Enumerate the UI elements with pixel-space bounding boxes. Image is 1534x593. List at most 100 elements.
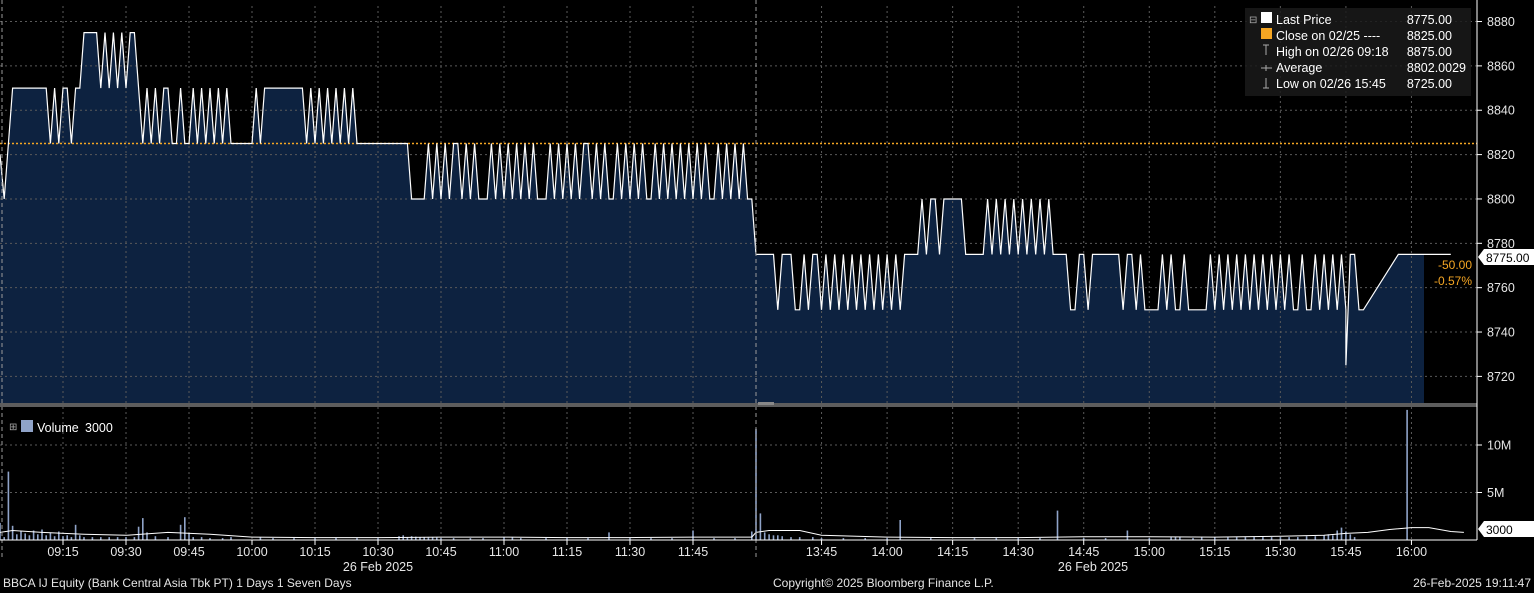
price-tick-label: 8740 (1487, 326, 1515, 340)
x-tick-label: 14:00 (871, 545, 902, 559)
volume-legend-label: Volume (37, 421, 79, 435)
volume-bar (7, 471, 10, 540)
x-tick-label: 14:45 (1068, 545, 1099, 559)
change-absolute: -50.00 (1438, 258, 1472, 272)
x-tick-label: 14:30 (1003, 545, 1034, 559)
volume-legend-value: 3000 (85, 421, 113, 435)
legend-high-value: 8875.00 (1407, 45, 1452, 59)
x-tick-label: 09:30 (110, 545, 141, 559)
volume-bar (1345, 531, 1347, 540)
volume-bar (11, 525, 14, 541)
volume-bar (24, 533, 26, 540)
volume-bar (1332, 535, 1334, 541)
volume-bar (74, 524, 77, 540)
x-tick-label: 09:45 (173, 545, 204, 559)
price-area (0, 32, 1451, 403)
volume-average-line (0, 527, 1464, 539)
volume-bar (41, 529, 43, 540)
volume-bar (45, 535, 47, 541)
price-legend: ⊟ Last Price 8775.00 Close on 02/25 ----… (1245, 8, 1471, 96)
x-tick-label: 10:45 (425, 545, 456, 559)
footer-security-description: BBCA IJ Equity (Bank Central Asia Tbk PT… (3, 576, 352, 590)
x-tick-label: 16:00 (1396, 545, 1427, 559)
volume-legend-expand-icon[interactable]: ⊞ (9, 422, 17, 433)
volume-bar (608, 532, 610, 540)
volume-bar (692, 530, 694, 540)
last-price-tag-value: 8775.00 (1486, 251, 1530, 265)
price-volume-chart: 8720 8740 8760 8780 8800 8820 8840 8860 8880 5M 10… (0, 0, 1534, 574)
volume-bar (66, 535, 68, 541)
x-tick-label: 15:30 (1265, 545, 1296, 559)
volume-bar (16, 534, 18, 540)
volume-last-tag-value: 3000 (1486, 523, 1513, 537)
volume-tick-label: 5M (1487, 486, 1504, 500)
volume-bar (137, 526, 140, 540)
volume-bar (188, 533, 190, 540)
volume-bar (1323, 535, 1325, 541)
volume-bar (1126, 530, 1129, 540)
price-tick-label: 8760 (1487, 281, 1515, 295)
volume-legend: ⊞ Volume 3000 (9, 420, 113, 435)
volume-bar (1314, 536, 1317, 540)
volume-bar (79, 535, 81, 541)
x-tick-label: 10:00 (236, 545, 267, 559)
volume-bar (154, 536, 157, 540)
volume-bar (772, 535, 775, 541)
volume-bar (28, 535, 31, 541)
volume-bar (37, 534, 39, 540)
price-tick-label: 8860 (1487, 59, 1515, 73)
x-tick-label: 11:30 (615, 545, 645, 559)
volume-panel (0, 407, 1477, 541)
x-tick-label: 10:30 (362, 545, 393, 559)
x-tick-label: 15:45 (1330, 545, 1361, 559)
volume-bar (763, 532, 766, 540)
volume-bar (398, 536, 400, 540)
legend-collapse-icon[interactable]: ⊟ (1249, 15, 1257, 26)
legend-low-label: Low on 02/26 15:45 (1276, 77, 1386, 91)
legend-last-price-label: Last Price (1276, 13, 1332, 27)
volume-bar (62, 536, 64, 540)
legend-close-value: 8825.00 (1407, 29, 1452, 43)
last-price-tag: 8775.00 (1478, 249, 1534, 265)
x-tick-label: 11:00 (489, 545, 519, 559)
x-tick-label: 15:00 (1134, 545, 1165, 559)
x-tick-label: 14:15 (937, 545, 968, 559)
price-tick-label: 8780 (1487, 237, 1515, 251)
footer-copyright: Copyright© 2025 Bloomberg Finance L.P. (773, 576, 994, 590)
volume-bar (179, 524, 182, 540)
volume-tick-label: 10M (1487, 439, 1511, 453)
x-tick-label: 11:45 (678, 545, 708, 559)
change-percent: -0.57% (1434, 274, 1472, 288)
price-tick-label: 8840 (1487, 104, 1515, 118)
legend-high-label: High on 02/26 09:18 (1276, 45, 1389, 59)
volume-legend-marker (21, 420, 33, 432)
volume-bar (768, 534, 770, 540)
legend-low-value: 8725.00 (1407, 77, 1452, 91)
price-tick-label: 8880 (1487, 15, 1515, 29)
close-marker (1261, 28, 1272, 39)
volume-bar (1056, 510, 1059, 540)
volume-bar (410, 536, 413, 540)
x-tick-label: 13:45 (806, 545, 837, 559)
volume-bar (1349, 534, 1352, 540)
volume-last-tag: 3000 (1478, 521, 1534, 537)
legend-close-label: Close on 02/25 ---- (1276, 29, 1380, 43)
x-date-label-right: 26 Feb 2025 (1058, 560, 1128, 574)
volume-bar (1406, 409, 1408, 540)
volume-bar (1336, 530, 1338, 540)
volume-bar (184, 517, 186, 540)
legend-average-value: 8802.0029 (1407, 61, 1466, 75)
legend-last-price-value: 8775.00 (1407, 13, 1452, 27)
price-tick-label: 8800 (1487, 192, 1515, 206)
legend-average-label: Average (1276, 61, 1322, 75)
volume-bar (53, 536, 56, 540)
price-tick-label: 8820 (1487, 148, 1515, 162)
x-tick-label: 15:15 (1199, 545, 1230, 559)
x-date-label-left: 26 Feb 2025 (343, 560, 413, 574)
x-tick-label: 10:15 (299, 545, 330, 559)
x-tick-label: 09:15 (47, 545, 78, 559)
panel-resize-handle (758, 402, 774, 405)
volume-bar (777, 535, 779, 541)
footer-timestamp: 26-Feb-2025 19:11:47 (1413, 576, 1531, 590)
volume-bar (1305, 536, 1308, 540)
